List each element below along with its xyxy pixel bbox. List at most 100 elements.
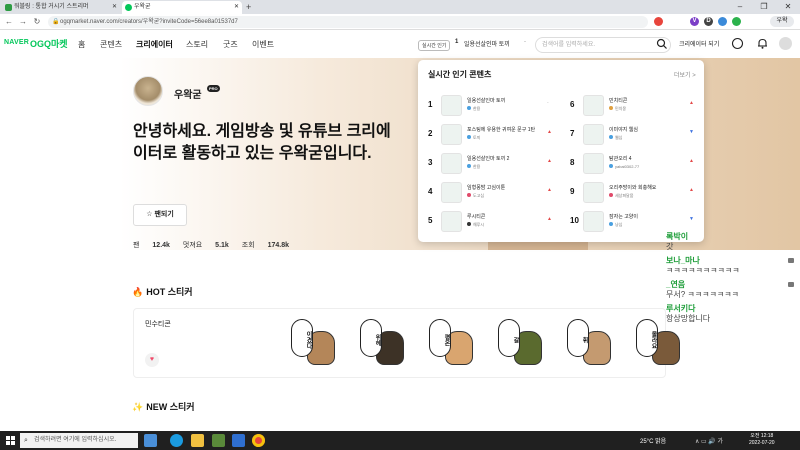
trend-icon: ▼	[689, 216, 694, 222]
tab-title: 워블링 : 통합 거시기 스트리머	[14, 4, 89, 10]
minimize-button[interactable]: –	[728, 0, 752, 14]
hot-sticker-card[interactable]: 민수티콘 ♥ 이겼다 위헤 평온 갈 휘 몰라요	[133, 308, 680, 378]
bell-icon[interactable]	[756, 37, 769, 50]
forward-arrow-icon[interactable]: →	[18, 15, 28, 29]
popular-item[interactable]: 2 포스팅에 유용한 귀여운 문구 1탄 토끼 ▲	[428, 123, 558, 145]
sticker-thumbnail[interactable]: 평온	[427, 317, 477, 369]
clock[interactable]: 오전 12:18 2022-07-20	[749, 433, 775, 447]
ogq-market-logo[interactable]: OGQ마켓	[30, 37, 68, 50]
fan-button[interactable]: ☆ 팬되기	[133, 204, 187, 226]
maximize-button[interactable]: ❐	[752, 0, 776, 14]
content-title: 잠자는 고양이	[609, 214, 638, 220]
screen: 워블링 : 통합 거시기 스트리머 ✕ 우왁굳 ✕ + – ❐ ✕ ← → ↻ …	[0, 0, 800, 450]
content-title: 민치티콘	[609, 98, 628, 104]
windows-start-icon[interactable]	[6, 436, 15, 445]
system-tray[interactable]: ∧ ▭ 🔊 가	[695, 436, 723, 445]
popular-item[interactable]: 8 탐관오리 4 yabai0302-77 ▲	[570, 152, 700, 174]
tab-favicon-icon	[5, 4, 12, 11]
rank-number: 10	[570, 216, 579, 225]
sticker-thumbnail[interactable]: 몰라요	[634, 317, 684, 369]
star-icon: ☆	[146, 211, 153, 218]
more-link[interactable]: 더보기 >	[674, 70, 696, 79]
browser-tab-1[interactable]: 워블링 : 통합 거시기 스트리머 ✕	[2, 1, 120, 14]
taskbar-app-icon[interactable]	[144, 434, 157, 447]
reload-icon[interactable]: ↻	[32, 15, 42, 29]
clock-date: 2022-07-20	[749, 440, 775, 446]
rank-number: 9	[570, 187, 575, 196]
search-input[interactable]: 검색어를 입력하세요.	[535, 37, 671, 53]
content-title: 탐관오리 4	[609, 156, 632, 162]
popular-item[interactable]: 5 루시티콘 해루시 ▲	[428, 210, 558, 232]
naver-logo[interactable]: NAVER	[4, 39, 29, 46]
sticker-speech-bubble: 평온	[429, 319, 451, 357]
search-icon[interactable]	[656, 38, 668, 50]
sticker-thumbnail[interactable]: 이겼다	[289, 317, 339, 369]
edge-icon[interactable]	[170, 434, 183, 447]
popular-item[interactable]: 9 오리주방이와 회충해요 세상퍼달뭄 ▲	[570, 181, 700, 203]
author-dot-icon	[609, 135, 613, 139]
nav-home[interactable]: 홈	[78, 39, 85, 50]
sticker-thumbnail[interactable]: 갈	[496, 317, 546, 369]
become-creator-link[interactable]: 크리에이터 되기	[679, 39, 719, 48]
extension-icon[interactable]	[654, 17, 663, 26]
new-tab-button[interactable]: +	[246, 1, 251, 13]
popular-item[interactable]: 1 일용선살인마 토끼 한용 -	[428, 94, 558, 116]
extension-icon[interactable]: D	[704, 17, 713, 26]
creator-avatar	[133, 76, 163, 106]
realtime-popular-popup: 실시간 인기 콘텐츠 더보기 > 1 일용선살인마 토끼 한용 - 2 포스팅에 유용한 …	[418, 60, 704, 242]
content-thumbnail	[441, 153, 462, 174]
content-thumbnail	[583, 153, 604, 174]
rank-number: 8	[570, 158, 575, 167]
url-field[interactable]: 🔒 ogqmarket.naver.com/creators/우왁굳?invit…	[48, 16, 648, 28]
sticker-thumbnail[interactable]: 휘	[565, 317, 615, 369]
popular-item[interactable]: 10 잠자는 고양이 냥심 ▼	[570, 210, 700, 232]
user-avatar-icon[interactable]	[779, 37, 792, 50]
extension-icon[interactable]	[732, 17, 741, 26]
content-thumbnail	[583, 95, 604, 116]
pro-badge: PRO	[207, 85, 220, 92]
content-title: 오리주방이와 회충해요	[609, 185, 657, 191]
content-title: 루시티콘	[467, 214, 486, 220]
profile-button[interactable]: 우왁	[770, 16, 794, 27]
popular-item[interactable]: 6 민치티콘 민치몽 ▲	[570, 94, 700, 116]
nav-story[interactable]: 스토리	[186, 39, 208, 50]
heart-icon[interactable]: ♥	[145, 353, 159, 367]
creator-name: 우왁굳	[174, 90, 202, 101]
extension-icon[interactable]: V	[690, 17, 699, 26]
content-author: 한용	[467, 164, 480, 170]
author-dot-icon	[609, 193, 613, 197]
content-thumbnail	[441, 95, 462, 116]
stat-views: 조회 174.8k	[241, 242, 290, 249]
extension-icon[interactable]	[718, 17, 727, 26]
chrome-icon[interactable]	[252, 434, 265, 447]
close-icon[interactable]: ✕	[234, 1, 239, 14]
fire-icon: 🔥	[132, 287, 144, 297]
sticker-speech-bubble: 몰라요	[636, 319, 658, 357]
close-icon[interactable]: ✕	[112, 1, 117, 14]
store-icon[interactable]	[232, 434, 245, 447]
browser-tab-2[interactable]: 우왁굳 ✕	[122, 1, 242, 14]
weather-widget[interactable]: 25°C 맑음	[640, 436, 666, 445]
rank-number: 2	[428, 129, 433, 138]
file-explorer-icon[interactable]	[191, 434, 204, 447]
taskbar-search-input[interactable]: ⌕ 검색하려면 여기에 입력하십시오.	[20, 433, 138, 448]
chat-message: 항상망합니다	[666, 314, 711, 323]
nav-contents[interactable]: 콘텐츠	[100, 39, 122, 50]
realtime-rank-title[interactable]: 일용선살인마 토끼	[464, 39, 510, 48]
nav-event[interactable]: 이벤트	[252, 39, 274, 50]
close-window-button[interactable]: ✕	[776, 0, 800, 14]
back-arrow-icon[interactable]: ←	[4, 15, 14, 29]
minecraft-icon[interactable]	[212, 434, 225, 447]
sparkle-icon: ✨	[132, 402, 144, 412]
content-thumbnail	[441, 182, 462, 203]
popular-item[interactable]: 3 일용선살인마 토끼 2 한용 ▲	[428, 152, 558, 174]
author-dot-icon	[467, 135, 471, 139]
chat-icon[interactable]	[731, 37, 744, 50]
nav-creator[interactable]: 크리에이터	[136, 39, 173, 50]
sticker-thumbnail[interactable]: 위헤	[358, 317, 408, 369]
popular-item[interactable]: 4 임형몽밤 고심이툰 도고심 ▲	[428, 181, 558, 203]
content-author: 도고심	[467, 193, 484, 199]
rank-number: 1	[428, 100, 433, 109]
nav-goods[interactable]: 굿즈	[223, 39, 238, 50]
popular-item[interactable]: 7 이미야지 웹심 웹심 ▼	[570, 123, 700, 145]
